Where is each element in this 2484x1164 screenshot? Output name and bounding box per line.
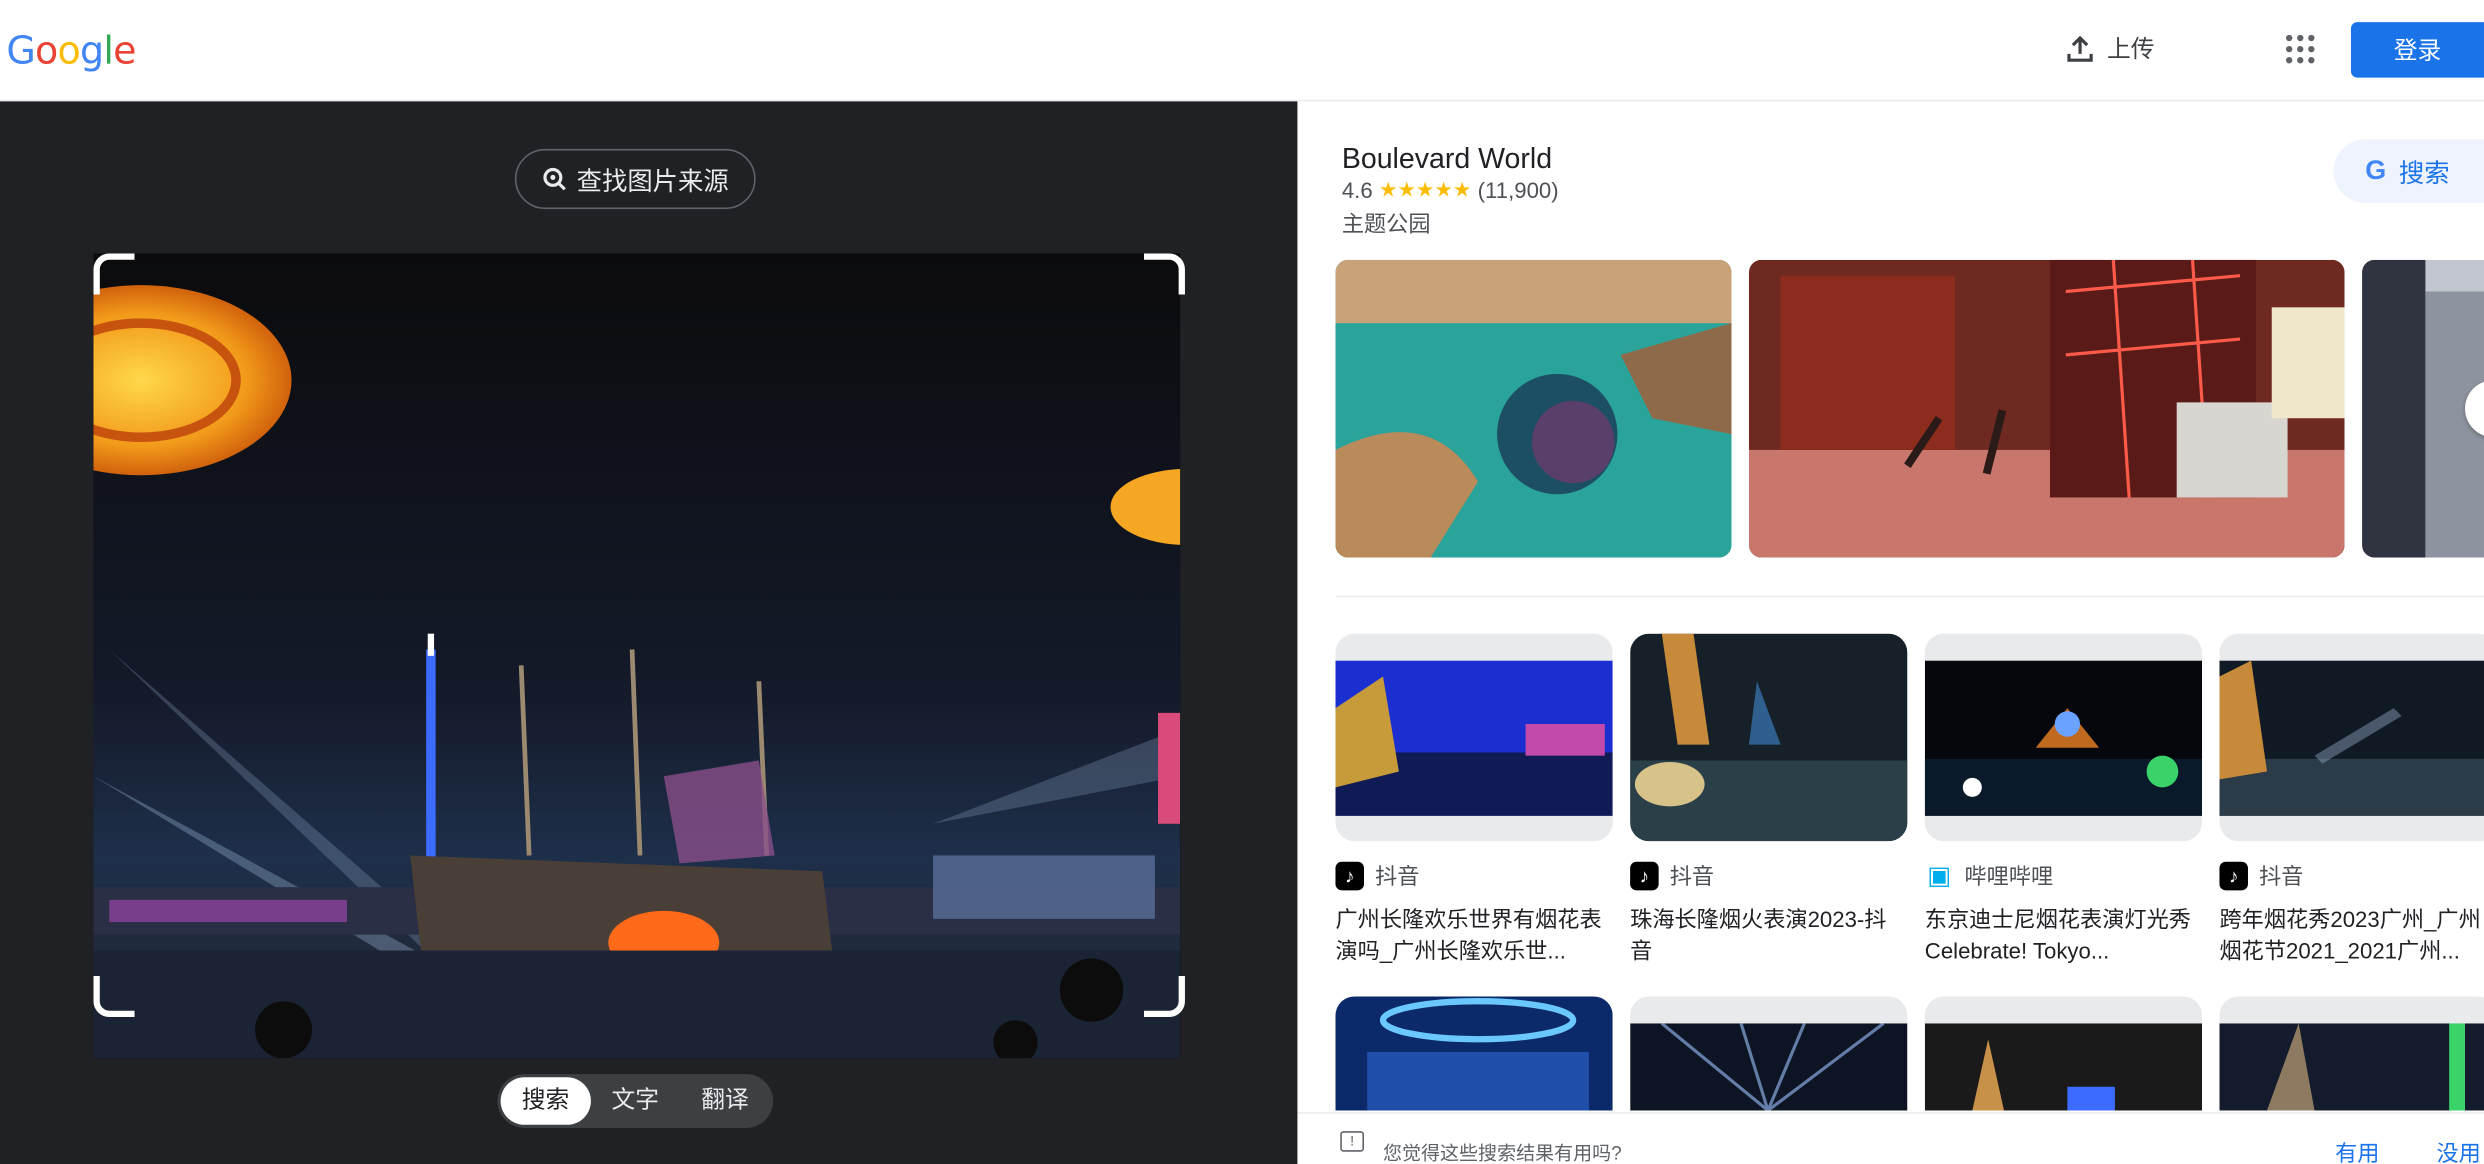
mode-translate-tab[interactable]: 翻译 bbox=[680, 1077, 770, 1125]
result-source: 抖音 bbox=[2259, 863, 2304, 889]
bilibili-icon: ▣ bbox=[1927, 863, 1952, 891]
result-title[interactable]: 珠海长隆烟火表演2023-抖音 bbox=[1630, 903, 1907, 966]
result-thumbnail[interactable] bbox=[1335, 996, 1613, 1111]
place-image-street[interactable] bbox=[1748, 259, 2345, 558]
google-search-button[interactable]: G 搜索 bbox=[2333, 139, 2484, 203]
place-image-aerial[interactable] bbox=[1335, 259, 1732, 558]
feedback-yes-button[interactable]: 有用 bbox=[2335, 1137, 2379, 1164]
logo-letter: o bbox=[35, 28, 58, 73]
tiktok-icon: ♪ bbox=[1335, 861, 1364, 891]
crop-handle-bottom-left[interactable] bbox=[93, 975, 135, 1018]
result-title[interactable]: 广州长隆欢乐世界有烟花表演吗_广州长隆欢乐世... bbox=[1335, 903, 1612, 966]
feedback-question: 您觉得这些搜索结果有用吗? bbox=[1383, 1142, 1622, 1164]
tiktok-icon: ♪ bbox=[2219, 861, 2248, 891]
google-logo[interactable]: Google bbox=[6, 28, 136, 73]
crop-handle-bottom-right[interactable] bbox=[1143, 975, 1185, 1018]
result-thumbnail[interactable] bbox=[1924, 996, 2203, 1111]
result-card[interactable]: ▣ 哔哩哔哩 东京迪士尼烟花表演灯光秀Celebrate! Tokyo... bbox=[1924, 633, 2203, 967]
results-panel: Boulevard World 4.6 ★★★★★ (11,900) 主题公园 … bbox=[1297, 101, 2484, 1164]
result-title[interactable]: 东京迪士尼烟花表演灯光秀Celebrate! Tokyo... bbox=[1925, 903, 2202, 966]
logo-letter: g bbox=[79, 28, 104, 73]
mode-search-tab[interactable]: 搜索 bbox=[500, 1077, 591, 1125]
lens-mode-switcher: 搜索 文字 翻译 bbox=[497, 1074, 774, 1128]
review-count[interactable]: (11,900) bbox=[1478, 177, 1559, 202]
result-source: 哔哩哔哩 bbox=[1964, 863, 2054, 889]
google-search-label: 搜索 bbox=[2398, 161, 2450, 189]
logo-letter: G bbox=[6, 28, 36, 73]
feedback-no-button[interactable]: 没用 bbox=[2436, 1137, 2480, 1164]
find-image-source-button[interactable]: 查找图片来源 bbox=[514, 148, 756, 210]
result-card[interactable]: ♪ 抖音 珠海长隆烟火表演2023-抖音 bbox=[1630, 633, 1908, 967]
upload-label: 上传 bbox=[2106, 36, 2155, 64]
upload-icon bbox=[2067, 34, 2093, 61]
result-thumbnail[interactable] bbox=[1630, 996, 1908, 1111]
result-card[interactable]: ♪ 抖音 广州长隆欢乐世界有烟花表演吗_广州长隆欢乐世... bbox=[1335, 633, 1613, 967]
rating-stars-icon: ★★★★★ bbox=[1378, 177, 1472, 202]
uploaded-photo bbox=[93, 253, 1181, 1059]
result-thumbnail[interactable] bbox=[1630, 633, 1908, 842]
logo-letter: o bbox=[57, 28, 81, 73]
feedback-icon: ! bbox=[1340, 1131, 1364, 1152]
login-button[interactable]: 登录 bbox=[2350, 22, 2484, 78]
crop-handle-top-left[interactable] bbox=[93, 253, 135, 295]
top-bar: Google 上传 登录 bbox=[0, 0, 2484, 102]
result-source: 抖音 bbox=[1375, 863, 1420, 889]
result-thumbnail[interactable] bbox=[1335, 633, 1613, 842]
lens-search-icon bbox=[543, 167, 566, 191]
section-divider bbox=[1335, 595, 2484, 598]
crop-handle-top-right[interactable] bbox=[1143, 253, 1185, 295]
mode-text-tab[interactable]: 文字 bbox=[590, 1077, 680, 1125]
feedback-bar: ! 您觉得这些搜索结果有用吗? 有用 没用 bbox=[1297, 1112, 2484, 1164]
tiktok-icon: ♪ bbox=[1630, 861, 1659, 891]
lens-image-panel: 查找图片来源 搜索 文字 翻译 bbox=[0, 101, 1298, 1164]
result-card[interactable]: ♪ 抖音 跨年烟花秀2023广州_广州烟花节2021_2021广州... bbox=[2219, 633, 2484, 967]
upload-button[interactable]: 上传 bbox=[2066, 32, 2155, 65]
google-g-icon: G bbox=[2365, 155, 2387, 186]
rating-value: 4.6 bbox=[1341, 177, 1373, 203]
apps-grid-icon[interactable] bbox=[2286, 34, 2315, 64]
result-thumbnail[interactable] bbox=[2219, 996, 2484, 1111]
logo-letter: l bbox=[103, 28, 114, 73]
logo-letter: e bbox=[113, 28, 136, 73]
result-thumbnail[interactable] bbox=[1924, 633, 2203, 842]
find-image-source-label: 查找图片来源 bbox=[576, 169, 729, 197]
result-title[interactable]: 跨年烟花秀2023广州_广州烟花节2021_2021广州... bbox=[2219, 903, 2484, 966]
place-type: 主题公园 bbox=[1341, 210, 1431, 237]
result-source: 抖音 bbox=[1669, 863, 1715, 889]
result-thumbnail[interactable] bbox=[2219, 633, 2484, 842]
place-title[interactable]: Boulevard World bbox=[1342, 143, 1552, 176]
place-rating: 4.6 ★★★★★ (11,900) bbox=[1342, 177, 1559, 202]
